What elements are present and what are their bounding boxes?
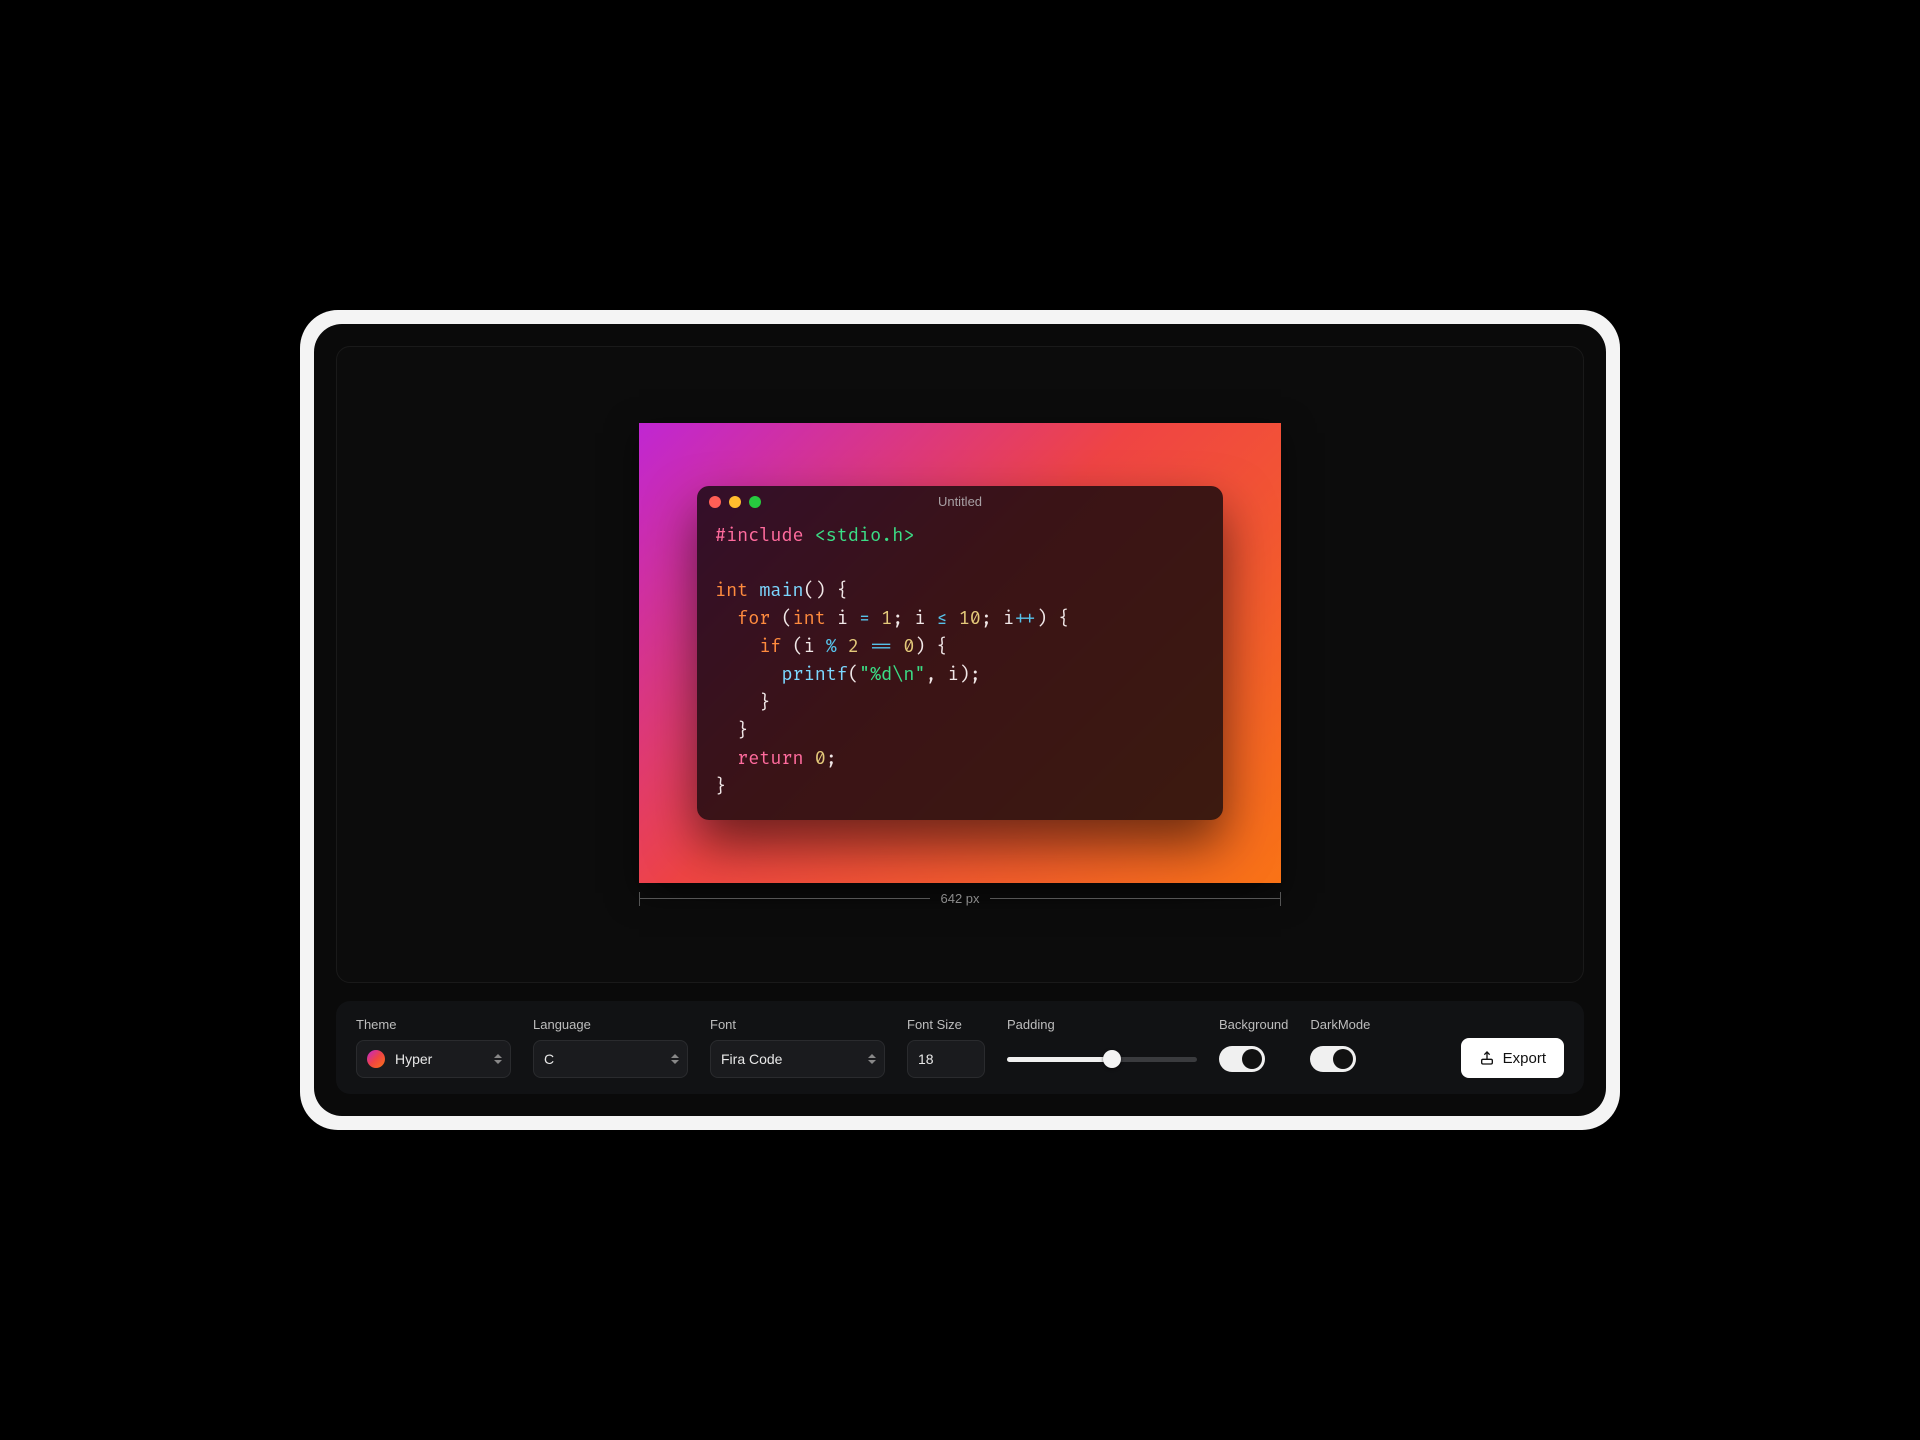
font-label: Font [710, 1017, 885, 1032]
font-value: Fira Code [721, 1051, 782, 1067]
slider-knob[interactable] [1103, 1050, 1121, 1068]
stepper-icon [868, 1041, 876, 1077]
darkmode-control: DarkMode [1310, 1017, 1370, 1078]
theme-label: Theme [356, 1017, 511, 1032]
language-label: Language [533, 1017, 688, 1032]
stepper-icon [671, 1041, 679, 1077]
theme-control: Theme Hyper [356, 1017, 511, 1078]
export-label: Export [1503, 1050, 1546, 1067]
padding-label: Padding [1007, 1017, 1197, 1032]
background-label: Background [1219, 1017, 1288, 1032]
code-snapshot: Untitled #include <stdio.h> int main() {… [639, 423, 1281, 883]
window-title[interactable]: Untitled [697, 494, 1223, 509]
app-screen: Untitled #include <stdio.h> int main() {… [314, 324, 1606, 1116]
theme-value: Hyper [395, 1051, 432, 1067]
darkmode-label: DarkMode [1310, 1017, 1370, 1032]
font-select[interactable]: Fira Code [710, 1040, 885, 1078]
export-button[interactable]: Export [1461, 1038, 1564, 1078]
device-frame: Untitled #include <stdio.h> int main() {… [300, 310, 1620, 1130]
theme-select[interactable]: Hyper [356, 1040, 511, 1078]
font-size-value: 18 [918, 1051, 934, 1067]
background-toggle[interactable] [1219, 1046, 1265, 1072]
language-value: C [544, 1051, 554, 1067]
width-label: 642 px [930, 891, 989, 906]
background-control: Background [1219, 1017, 1288, 1078]
preview-canvas: Untitled #include <stdio.h> int main() {… [336, 346, 1584, 983]
stepper-icon [494, 1041, 502, 1077]
window-titlebar: Untitled [697, 486, 1223, 518]
padding-slider[interactable] [1007, 1040, 1197, 1078]
theme-swatch-icon [367, 1050, 385, 1068]
padding-control: Padding [1007, 1017, 1197, 1078]
language-select[interactable]: C [533, 1040, 688, 1078]
font-size-control: Font Size 18 [907, 1017, 985, 1078]
code-window: Untitled #include <stdio.h> int main() {… [697, 486, 1223, 821]
font-control: Font Fira Code [710, 1017, 885, 1078]
font-size-label: Font Size [907, 1017, 985, 1032]
language-control: Language C [533, 1017, 688, 1078]
code-editor[interactable]: #include <stdio.h> int main() { for (int… [697, 518, 1223, 821]
darkmode-toggle[interactable] [1310, 1046, 1356, 1072]
width-ruler: 642 px [639, 891, 1281, 906]
controls-bar: Theme Hyper Language C Font Fira Code [336, 1001, 1584, 1094]
share-icon [1479, 1050, 1495, 1066]
font-size-input[interactable]: 18 [907, 1040, 985, 1078]
